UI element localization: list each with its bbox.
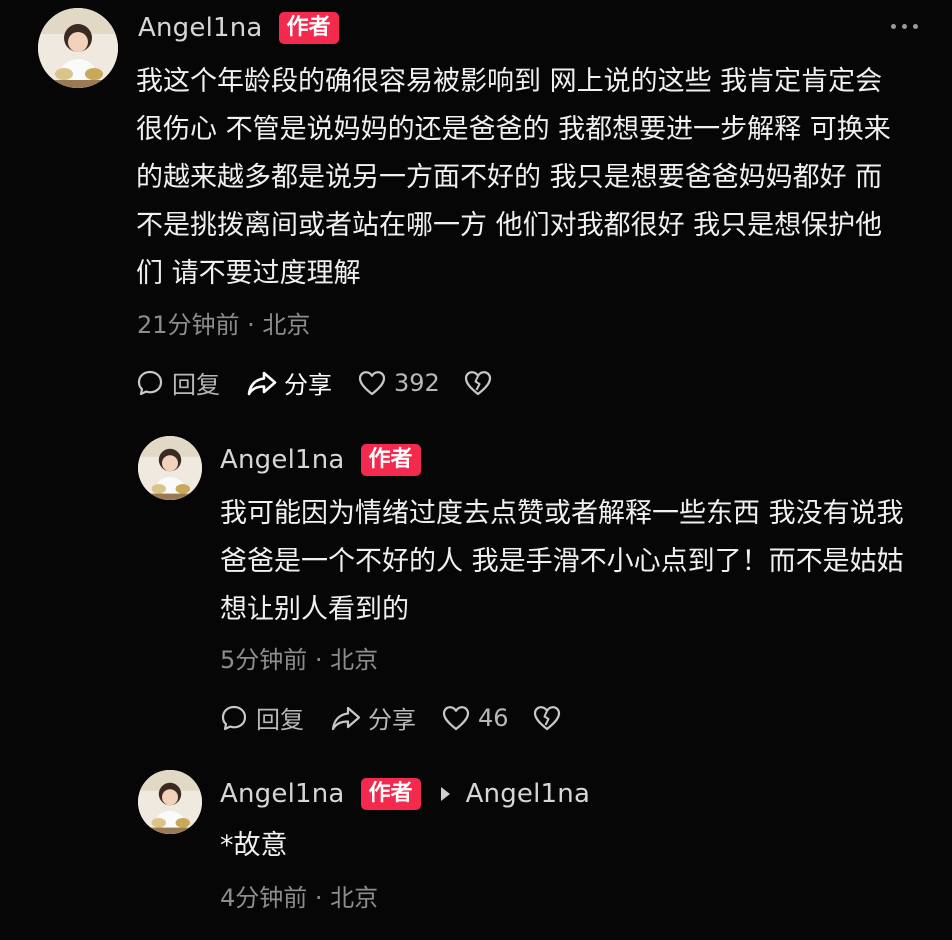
username[interactable]: Angel1na <box>138 13 263 43</box>
username[interactable]: Angel1na <box>220 779 345 809</box>
avatar[interactable] <box>38 8 118 88</box>
like-count: 46 <box>478 703 509 732</box>
comment-3: Angel1na 作者 Angel1na *故意 4分钟前 · 北京 <box>0 754 952 940</box>
comment-meta: 5分钟前 · 北京 <box>220 646 379 674</box>
reply-arrow-icon <box>440 787 450 801</box>
more-dot <box>891 24 896 29</box>
comment-2: Angel1na 作者 我可能因为情绪过度去点赞或者解释一些东西 我没有说我爸爸… <box>0 420 952 750</box>
like-count: 392 <box>394 368 440 397</box>
reply-button[interactable]: 回复 <box>136 365 220 400</box>
share-button[interactable]: 分享 <box>330 700 416 735</box>
like-button[interactable]: 392 <box>358 369 440 397</box>
author-badge: 作者 <box>278 12 339 44</box>
avatar-image <box>138 770 202 834</box>
broken-heart-icon <box>533 705 560 730</box>
comment-meta: 21分钟前 · 北京 <box>137 311 311 339</box>
author-row: Angel1na 作者 <box>138 12 339 44</box>
share-arrow-icon <box>247 371 277 395</box>
more-icon[interactable] <box>891 24 918 29</box>
comment-1: Angel1na 作者 我这个年龄段的确很容易被影响到 网上说的这些 我肯定肯定… <box>0 0 952 420</box>
dislike-button[interactable] <box>533 705 561 731</box>
more-dot <box>902 24 907 29</box>
broken-heart-icon <box>464 370 491 395</box>
comment-text: *故意 <box>220 830 288 861</box>
comment-actions: 回复 分享 392 <box>136 365 492 400</box>
like-button[interactable]: 46 <box>442 704 509 732</box>
username[interactable]: Angel1na <box>220 445 345 475</box>
avatar-image <box>138 436 202 500</box>
comment-bubble-icon <box>221 705 247 730</box>
reply-button[interactable]: 回复 <box>220 700 304 735</box>
avatar[interactable] <box>138 770 202 834</box>
avatar[interactable] <box>138 436 202 500</box>
author-row: Angel1na 作者 <box>220 444 421 476</box>
reply-label: 回复 <box>256 706 304 734</box>
heart-icon <box>358 370 386 395</box>
comment-meta: 4分钟前 · 北京 <box>220 884 379 912</box>
more-dot <box>913 24 918 29</box>
reply-label: 回复 <box>172 371 220 399</box>
share-label: 分享 <box>368 706 416 734</box>
share-arrow-icon <box>331 706 361 730</box>
author-badge: 作者 <box>360 444 421 476</box>
comment-text: 我这个年龄段的确很容易被影响到 网上说的这些 我肯定肯定会很伤心 不管是说妈妈的… <box>136 66 891 289</box>
comment-bubble-icon <box>137 370 163 395</box>
author-badge: 作者 <box>360 778 421 810</box>
avatar-image <box>38 8 118 88</box>
share-label: 分享 <box>284 371 332 399</box>
comment-text: 我可能因为情绪过度去点赞或者解释一些东西 我没有说我爸爸是一个不好的人 我是手滑… <box>220 498 904 625</box>
dislike-button[interactable] <box>464 370 492 396</box>
author-row: Angel1na 作者 Angel1na <box>220 778 590 810</box>
share-button[interactable]: 分享 <box>246 365 332 400</box>
reply-to-username[interactable]: Angel1na <box>466 779 591 809</box>
heart-icon <box>442 705 470 730</box>
comment-actions: 回复 分享 46 <box>220 700 561 735</box>
